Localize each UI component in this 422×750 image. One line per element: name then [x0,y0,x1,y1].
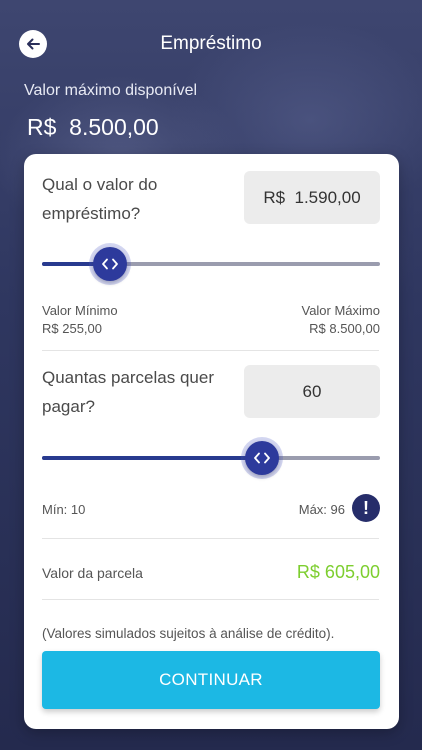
installment-value: R$ 605,00 [296,562,380,582]
app-header: Empréstimo [0,0,422,90]
loan-simulation-card: Qual o valor do empréstimo? R$ 1.590,00 … [24,154,399,729]
installment-value-label: Valor da parcela [42,565,143,581]
installments-max: Máx: 96 [298,502,345,517]
available-amount-value: R$ 8.500,00 [27,114,159,140]
loan-min-value: R$ 255,00 [42,321,102,336]
chevron-left-right-icon [253,452,270,464]
chevron-left-right-icon [101,258,118,270]
loan-amount-slider[interactable] [42,247,380,281]
loan-max-label: Valor Máximo [301,303,380,318]
installments-field[interactable]: 60 [244,365,380,418]
divider [42,538,379,539]
installments-slider-thumb[interactable] [244,441,279,475]
loan-amount-question: Qual o valor do empréstimo? [42,175,158,223]
loan-min-label: Valor Mínimo [42,303,118,318]
disclaimer-text: (Valores simulados sujeitos à análise de… [42,626,335,641]
installments-slider[interactable] [42,441,380,475]
available-amount-label: Valor máximo disponível [24,82,198,99]
page-title: Empréstimo [160,33,262,54]
divider [42,599,379,600]
divider [42,350,379,351]
loan-max-value: R$ 8.500,00 [309,321,380,336]
loan-amount-field[interactable]: R$ 1.590,00 [244,171,380,224]
exclamation-icon[interactable]: ! [352,494,380,522]
installments-question: Quantas parcelas quer pagar? [42,368,214,416]
loan-amount-slider-thumb[interactable] [92,247,127,281]
installments-slider-fill [42,456,262,460]
continue-button[interactable]: CONTINUAR [42,651,380,709]
installments-min: Mín: 10 [42,502,86,517]
